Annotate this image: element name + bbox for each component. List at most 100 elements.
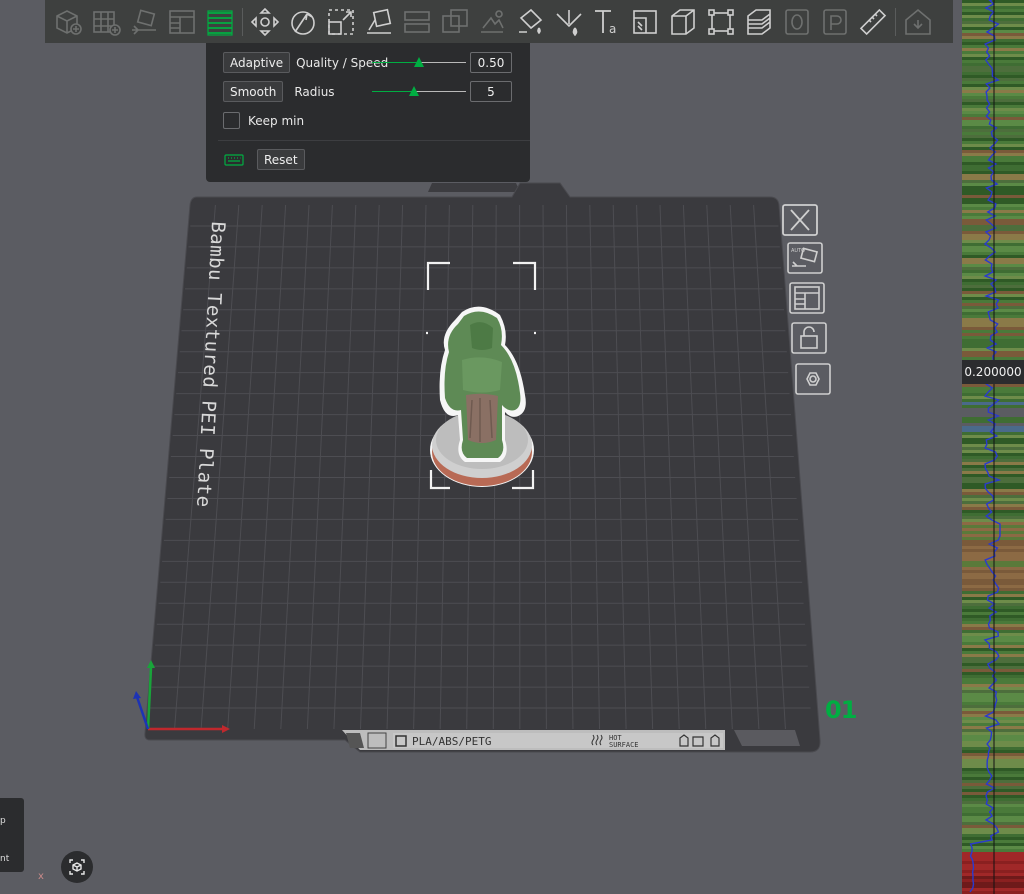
layer-band (962, 105, 1024, 108)
layer-band (962, 819, 1024, 822)
layer-band (962, 60, 1024, 63)
layer-band (962, 138, 1024, 141)
layer-band (962, 324, 1024, 327)
layer-band (962, 132, 1024, 135)
layer-band (962, 15, 1024, 18)
layer-band (962, 780, 1024, 783)
quality-speed-value[interactable]: 0.50 (470, 52, 512, 73)
plate-number: 01 (825, 696, 857, 724)
layer-band (962, 804, 1024, 807)
layer-band (962, 384, 1024, 387)
auto-orient-plate-icon[interactable]: AUTO (786, 242, 824, 274)
close-plate-icon[interactable] (781, 204, 819, 236)
layer-band (962, 588, 1024, 591)
layer-band (962, 558, 1024, 561)
layer-band (962, 192, 1024, 195)
keep-min-label: Keep min (248, 113, 305, 128)
layer-band (962, 174, 1024, 177)
layer-band (962, 90, 1024, 93)
layer-band (962, 561, 1024, 564)
layer-band (962, 30, 1024, 33)
layer-band (962, 738, 1024, 741)
layer-band (962, 294, 1024, 297)
layer-band (962, 36, 1024, 39)
layer-band (962, 768, 1024, 771)
layer-band (962, 792, 1024, 795)
layer-band (962, 468, 1024, 471)
layer-band (962, 93, 1024, 96)
layer-band (962, 156, 1024, 159)
keyboard-icon[interactable] (223, 153, 245, 167)
layer-band (962, 399, 1024, 402)
view-cube-icon[interactable] (61, 851, 93, 883)
radius-value[interactable]: 5 (470, 81, 512, 102)
layer-band (962, 618, 1024, 621)
slider-thumb[interactable] (409, 86, 420, 96)
layer-band (962, 177, 1024, 180)
layer-band (962, 456, 1024, 459)
layer-band (962, 885, 1024, 888)
smooth-button[interactable]: Smooth (223, 81, 284, 102)
layer-band (962, 393, 1024, 396)
layer-band (962, 504, 1024, 507)
layer-band (962, 462, 1024, 465)
layer-band (962, 795, 1024, 798)
layer-band (962, 288, 1024, 291)
slider-thumb[interactable] (414, 57, 424, 67)
layer-band (962, 186, 1024, 189)
reset-button[interactable]: Reset (257, 149, 305, 170)
layer-band (962, 102, 1024, 105)
layer-band (962, 267, 1024, 270)
layer-band (962, 576, 1024, 579)
bottom-left-text-2: nt (0, 854, 10, 864)
layer-band (962, 651, 1024, 654)
keep-min-checkbox[interactable] (223, 112, 240, 129)
layer-band (962, 756, 1024, 759)
radius-slider[interactable] (372, 86, 466, 98)
layer-height-profile[interactable] (962, 0, 1024, 894)
plate-material-label: PLA/ABS/PETG (412, 735, 492, 748)
panel-divider (218, 140, 530, 141)
layer-band (962, 159, 1024, 162)
layer-band (962, 327, 1024, 330)
layer-band (962, 882, 1024, 885)
layer-band (962, 585, 1024, 588)
layer-band (962, 444, 1024, 447)
layer-band (962, 699, 1024, 702)
layer-height-value: 0.200000 (962, 360, 1024, 384)
layer-band (962, 51, 1024, 54)
layer-band (962, 825, 1024, 828)
arrange-plate-icon[interactable] (788, 282, 826, 314)
layer-band (962, 624, 1024, 627)
layer-band (962, 390, 1024, 393)
layer-band (962, 693, 1024, 696)
layer-band (962, 861, 1024, 864)
layer-band (962, 876, 1024, 879)
smooth-row: Smooth Radius (223, 81, 335, 102)
layer-band (962, 258, 1024, 261)
quality-speed-slider[interactable] (372, 57, 466, 69)
layer-band (962, 507, 1024, 510)
layer-band (962, 864, 1024, 867)
lock-plate-icon[interactable] (790, 322, 828, 354)
layer-band (962, 210, 1024, 213)
plate-settings-hex-icon[interactable] (794, 363, 832, 395)
layer-band (962, 141, 1024, 144)
bottom-left-text-1: p (0, 816, 6, 826)
layer-band (962, 408, 1024, 411)
layer-band (962, 120, 1024, 123)
layer-band (962, 696, 1024, 699)
layer-band (962, 330, 1024, 333)
adaptive-button[interactable]: Adaptive (223, 52, 291, 73)
layer-band (962, 645, 1024, 648)
layer-band (962, 57, 1024, 60)
layer-band (962, 222, 1024, 225)
layer-band (962, 597, 1024, 600)
layer-band (962, 303, 1024, 306)
layer-band (962, 549, 1024, 552)
layer-band (962, 48, 1024, 51)
layer-band (962, 99, 1024, 102)
layer-band (962, 513, 1024, 516)
layer-band (962, 663, 1024, 666)
layer-band (962, 525, 1024, 528)
